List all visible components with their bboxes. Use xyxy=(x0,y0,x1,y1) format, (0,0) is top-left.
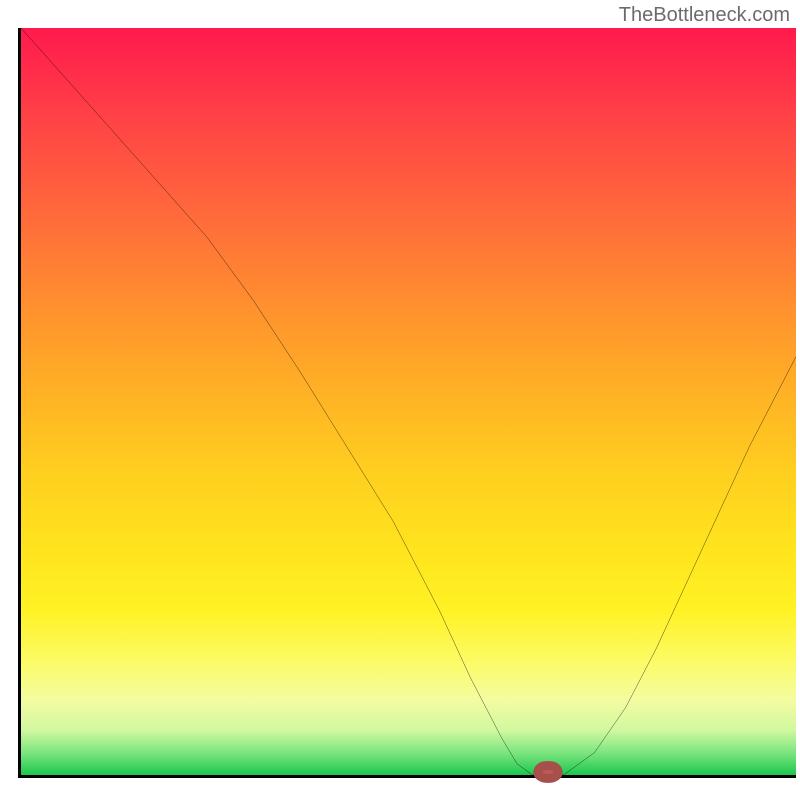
minimum-marker xyxy=(538,766,558,779)
watermark-text: TheBottleneck.com xyxy=(619,4,790,27)
curve-line xyxy=(21,28,796,775)
curve-svg xyxy=(21,28,796,775)
plot-area xyxy=(18,28,796,778)
